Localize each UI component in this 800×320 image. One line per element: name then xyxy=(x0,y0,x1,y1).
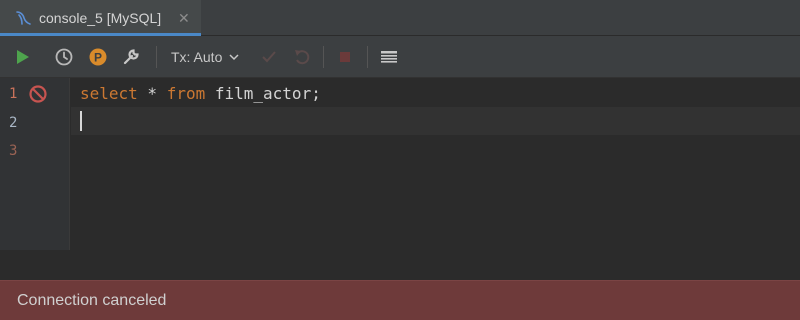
table-icon[interactable] xyxy=(379,47,399,67)
code-star: * xyxy=(137,84,167,103)
svg-text:P: P xyxy=(94,51,102,65)
keyword-from: from xyxy=(166,84,206,103)
play-icon[interactable] xyxy=(12,47,32,67)
status-notification: Connection canceled xyxy=(0,280,800,320)
line-number: 3 xyxy=(9,143,18,159)
line-number-gutter: 1 2 3 xyxy=(0,78,70,250)
tx-mode-dropdown[interactable]: Tx: Auto xyxy=(171,48,222,66)
mysql-dolphin-icon xyxy=(16,11,31,25)
text-caret xyxy=(80,111,82,131)
stop-icon[interactable] xyxy=(335,47,355,67)
check-icon[interactable] xyxy=(259,47,279,67)
current-line-highlight xyxy=(71,107,800,135)
status-message: Connection canceled xyxy=(17,292,167,309)
p-icon[interactable]: P xyxy=(88,47,108,67)
sql-editor[interactable]: 1 2 3 select * from film_actor; xyxy=(0,78,800,250)
chevron-down-icon[interactable] xyxy=(228,51,240,63)
keyword-select: select xyxy=(80,84,138,103)
line-number: 1 xyxy=(9,86,18,102)
toolbar: P Tx: Auto xyxy=(0,36,800,78)
code-line-1[interactable]: select * from film_actor; xyxy=(80,85,321,103)
wrench-icon[interactable] xyxy=(121,47,141,67)
editor-empty-area xyxy=(0,250,800,280)
tab-bar: console_5 [MySQL] ✕ xyxy=(0,0,800,36)
cancel-icon xyxy=(29,85,47,103)
line-number: 2 xyxy=(9,115,18,131)
undo-icon[interactable] xyxy=(292,47,312,67)
toolbar-separator xyxy=(323,46,324,68)
toolbar-separator xyxy=(367,46,368,68)
close-icon[interactable]: ✕ xyxy=(178,9,190,27)
tab-console-5[interactable]: console_5 [MySQL] ✕ xyxy=(0,0,201,36)
toolbar-separator xyxy=(156,46,157,68)
code-table-name: film_actor; xyxy=(205,84,321,103)
clock-icon[interactable] xyxy=(54,47,74,67)
tab-label: console_5 [MySQL] xyxy=(39,10,162,26)
